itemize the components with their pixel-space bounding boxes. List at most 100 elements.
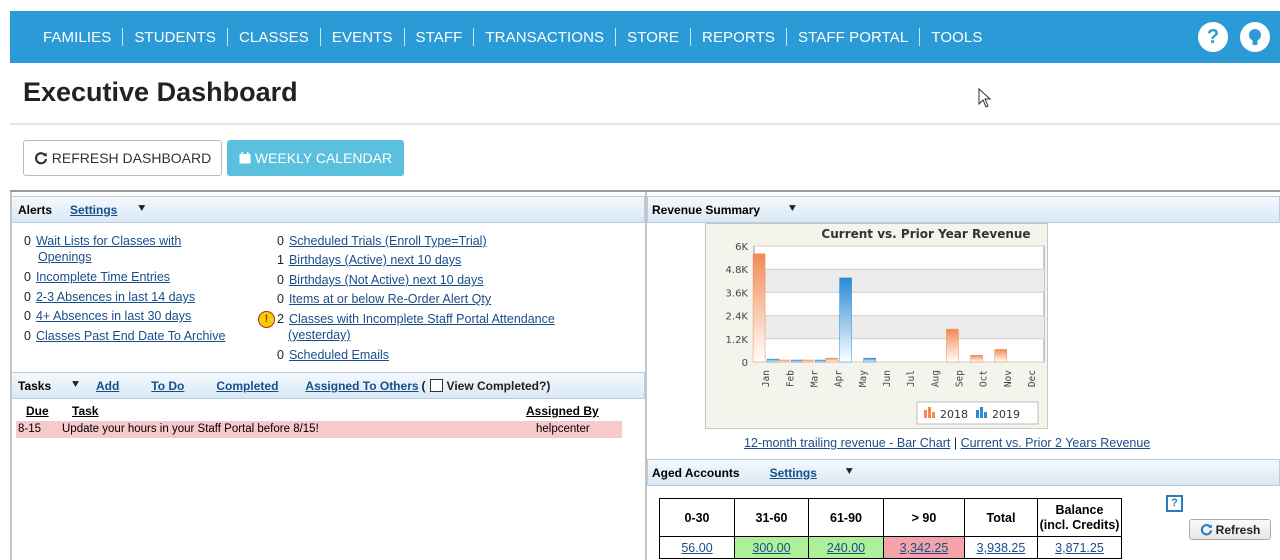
nav-divider (785, 28, 787, 46)
page-title: Executive Dashboard (23, 77, 298, 107)
alert-birthdays-inactive-link[interactable]: Birthdays (Not Active) next 10 days (289, 273, 484, 287)
y-tick-label: 3.6K (726, 288, 749, 299)
x-tick-label: Jun (882, 370, 893, 387)
aged-help-icon[interactable]: ? (1166, 495, 1183, 512)
bar-2019-Apr (839, 277, 852, 363)
alert-scheduled-trials-link[interactable]: Scheduled Trials (Enroll Type=Trial) (289, 234, 487, 248)
alert-past-end-date-link[interactable]: Classes Past End Date To Archive (36, 329, 225, 343)
alert-birthdays-inactive: 0 Birthdays (Not Active) next 10 days (277, 272, 483, 288)
collapse-chevron-icon[interactable]: ⯆ (71, 379, 80, 392)
tasks-completed-link[interactable]: Completed (216, 379, 278, 393)
table-row[interactable]: 8-15 Update your hours in your Staff Por… (16, 421, 622, 438)
mouse-cursor-icon (978, 88, 992, 108)
view-completed-open-paren: ( (421, 378, 426, 393)
warning-icon: ! (258, 311, 275, 328)
alert-waitlists-link[interactable]: Wait Lists for Classes with (36, 234, 181, 248)
alert-count: 0 (277, 273, 284, 287)
col-61-90: 61-90 (808, 498, 884, 537)
view-completed-checkbox[interactable] (429, 379, 443, 392)
alert-incomplete-attendance-link-cont[interactable]: (yesterday) (288, 328, 351, 342)
aged-total-link[interactable]: 3,938.25 (977, 541, 1026, 555)
view-completed-label: View Completed?) (446, 378, 551, 393)
alert-absences-30-link[interactable]: 4+ Absences in last 30 days (36, 309, 191, 323)
alert-waitlists-link-cont[interactable]: Openings (38, 250, 92, 264)
aged-over-90-link[interactable]: 3,342.25 (900, 541, 949, 555)
aged-31-60-link[interactable]: 300.00 (752, 541, 790, 555)
alert-count: 0 (24, 270, 31, 284)
aged-0-30-cell: 56.00 (659, 536, 735, 559)
bar-2018-Feb (777, 359, 790, 363)
bar-2018-Oct (970, 354, 983, 363)
nav-events[interactable]: EVENTS (332, 29, 393, 46)
tasks-title: Tasks (18, 378, 52, 393)
revenue-title: Revenue Summary (652, 202, 761, 217)
bar-2019-May (863, 357, 876, 363)
refresh-icon (1200, 524, 1212, 536)
grid-band (754, 315, 1044, 339)
alert-count: 0 (24, 234, 31, 248)
chart-title: Current vs. Prior Year Revenue (821, 227, 1030, 241)
aged-over-90-cell: 3,342.25 (883, 536, 965, 559)
lightbulb-icon[interactable] (1240, 22, 1270, 52)
weekly-calendar-button[interactable]: WEEKLY CALENDAR (227, 140, 404, 176)
aged-0-30-link[interactable]: 56.00 (681, 541, 712, 555)
col-due[interactable]: Due (26, 404, 49, 418)
prior-years-link[interactable]: Current vs. Prior 2 Years Revenue (961, 436, 1151, 450)
nav-store[interactable]: STORE (627, 29, 679, 46)
left-panel-border (10, 192, 12, 560)
nav-families[interactable]: FAMILIES (43, 29, 111, 46)
alert-incomplete-attendance-link[interactable]: Classes with Incomplete Staff Portal Att… (289, 312, 555, 326)
alert-scheduled-trials: 0 Scheduled Trials (Enroll Type=Trial) (277, 233, 487, 249)
collapse-chevron-icon[interactable]: ⯆ (788, 203, 797, 216)
aged-balance-link[interactable]: 3,871.25 (1055, 541, 1104, 555)
bar-chart-link[interactable]: 12-month trailing revenue - Bar Chart (744, 436, 950, 450)
alert-reorder-qty: 0 Items at or below Re-Order Alert Qty (277, 291, 491, 307)
nav-classes[interactable]: CLASSES (239, 29, 309, 46)
alerts-settings-link[interactable]: Settings (70, 203, 117, 217)
tasks-todo-link[interactable]: To Do (151, 379, 184, 393)
plot-area (753, 245, 1045, 363)
alert-count: 0 (277, 348, 284, 362)
nav-students[interactable]: STUDENTS (134, 29, 216, 46)
legend-swatch (924, 410, 927, 418)
nav-tools[interactable]: TOOLS (931, 29, 982, 46)
legend-swatch (984, 412, 987, 418)
aged-title: Aged Accounts (652, 465, 740, 480)
lightbulb-icon-glyph (1249, 29, 1261, 45)
x-tick-label: Jan (761, 370, 772, 387)
refresh-dashboard-button[interactable]: REFRESH DASHBOARD (23, 140, 222, 176)
alert-time-entries: 0 Incomplete Time Entries (24, 269, 170, 285)
calendar-icon (239, 152, 251, 164)
aged-31-60-cell: 300.00 (734, 536, 809, 559)
nav-staff-portal[interactable]: STAFF PORTAL (798, 29, 908, 46)
bar-2018-Nov (994, 349, 1007, 363)
collapse-chevron-icon[interactable]: ⯆ (845, 466, 854, 479)
nav-reports[interactable]: REPORTS (702, 29, 775, 46)
aged-61-90-cell: 240.00 (808, 536, 884, 559)
col-task[interactable]: Task (72, 404, 98, 418)
aged-61-90-link[interactable]: 240.00 (827, 541, 865, 555)
nav-divider (226, 28, 228, 46)
x-tick-label: Feb (785, 370, 796, 387)
col-0-30: 0-30 (659, 498, 735, 537)
alert-absences-14-link[interactable]: 2-3 Absences in last 14 days (36, 290, 195, 304)
alert-reorder-qty-link[interactable]: Items at or below Re-Order Alert Qty (289, 292, 491, 306)
refresh-dashboard-label: REFRESH DASHBOARD (51, 150, 212, 166)
aged-refresh-button[interactable]: Refresh (1189, 519, 1271, 540)
question-icon[interactable]: ? (1198, 22, 1228, 52)
col-assigned-by[interactable]: Assigned By (526, 404, 599, 418)
refresh-icon (34, 152, 47, 165)
alert-time-entries-link[interactable]: Incomplete Time Entries (36, 270, 170, 284)
collapse-chevron-icon[interactable]: ⯆ (137, 203, 146, 216)
alert-absences-30: 0 4+ Absences in last 30 days (24, 308, 191, 324)
tasks-add-link[interactable]: Add (96, 379, 119, 393)
tasks-assigned-others-link[interactable]: Assigned To Others (305, 379, 418, 393)
alert-waitlists: 0 Wait Lists for Classes with Openings (24, 233, 181, 265)
nav-staff[interactable]: STAFF (416, 29, 463, 46)
nav-transactions[interactable]: TRANSACTIONS (485, 29, 604, 46)
nav-divider (319, 28, 321, 46)
aged-settings-link[interactable]: Settings (770, 466, 817, 480)
alert-scheduled-emails-link[interactable]: Scheduled Emails (289, 348, 389, 362)
legend-label: 2018 (940, 408, 968, 421)
alert-birthdays-active-link[interactable]: Birthdays (Active) next 10 days (289, 253, 461, 267)
